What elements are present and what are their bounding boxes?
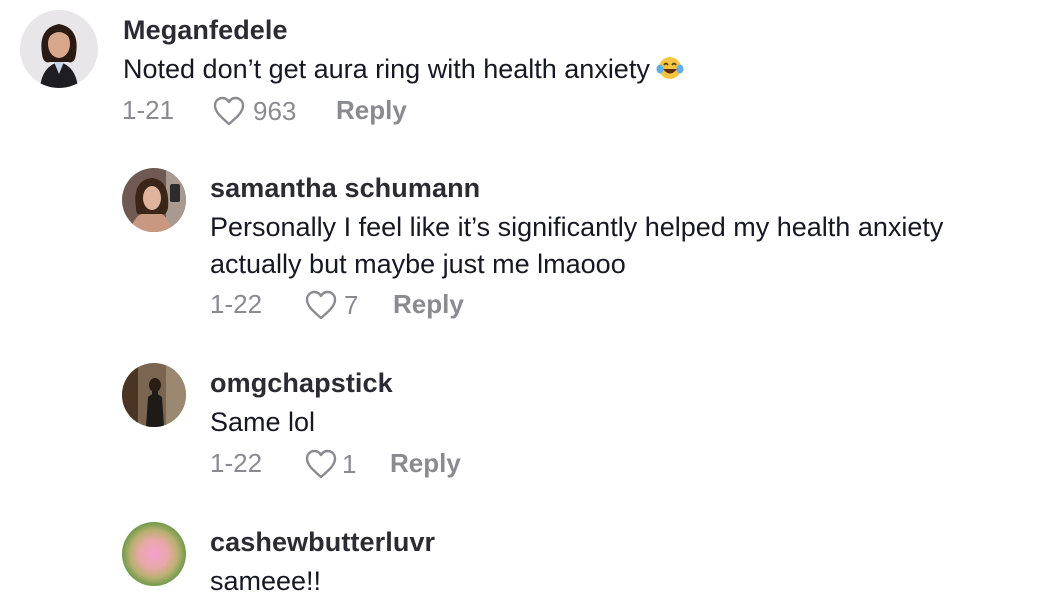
avatar[interactable] [122, 168, 186, 232]
comment-meta: 1-22 7 Reply [0, 289, 1050, 325]
comment-text: Noted don’t get aura ring with health an… [123, 51, 684, 91]
like-count: 1 [342, 449, 357, 479]
heart-icon[interactable] [212, 95, 246, 134]
comment-text-line: Personally I feel like it’s significantl… [210, 212, 944, 242]
avatar[interactable] [122, 522, 186, 586]
comment-date: 1-22 [210, 448, 263, 478]
reply-button[interactable]: Reply [393, 289, 464, 320]
comment-text: Same lol [210, 407, 316, 437]
comment-text: sameee!! [210, 566, 322, 596]
avatar[interactable] [122, 363, 186, 427]
comment-text-body: Noted don’t get aura ring with health an… [123, 54, 650, 84]
like-count: 7 [344, 290, 359, 320]
comment-username[interactable]: omgchapstick [210, 368, 393, 399]
heart-icon[interactable] [304, 289, 338, 328]
reply-button[interactable]: Reply [390, 448, 461, 479]
avatar[interactable] [20, 10, 98, 88]
comment-username[interactable]: samantha schumann [210, 173, 480, 204]
comment-text-line: actually but maybe just me lmaooo [210, 249, 626, 279]
comment-date: 1-21 [122, 95, 175, 125]
comment-username[interactable]: Meganfedele [123, 15, 288, 46]
laughing-tears-emoji-icon [656, 54, 684, 91]
heart-icon[interactable] [304, 448, 338, 487]
comment-meta: 1-22 1 Reply [0, 448, 1050, 484]
comment-username[interactable]: cashewbutterluvr [210, 527, 435, 558]
reply-button[interactable]: Reply [336, 95, 407, 126]
comment-meta: 1-21 963 Reply [0, 95, 1050, 131]
like-count: 963 [253, 96, 297, 126]
comment-date: 1-22 [210, 289, 263, 319]
